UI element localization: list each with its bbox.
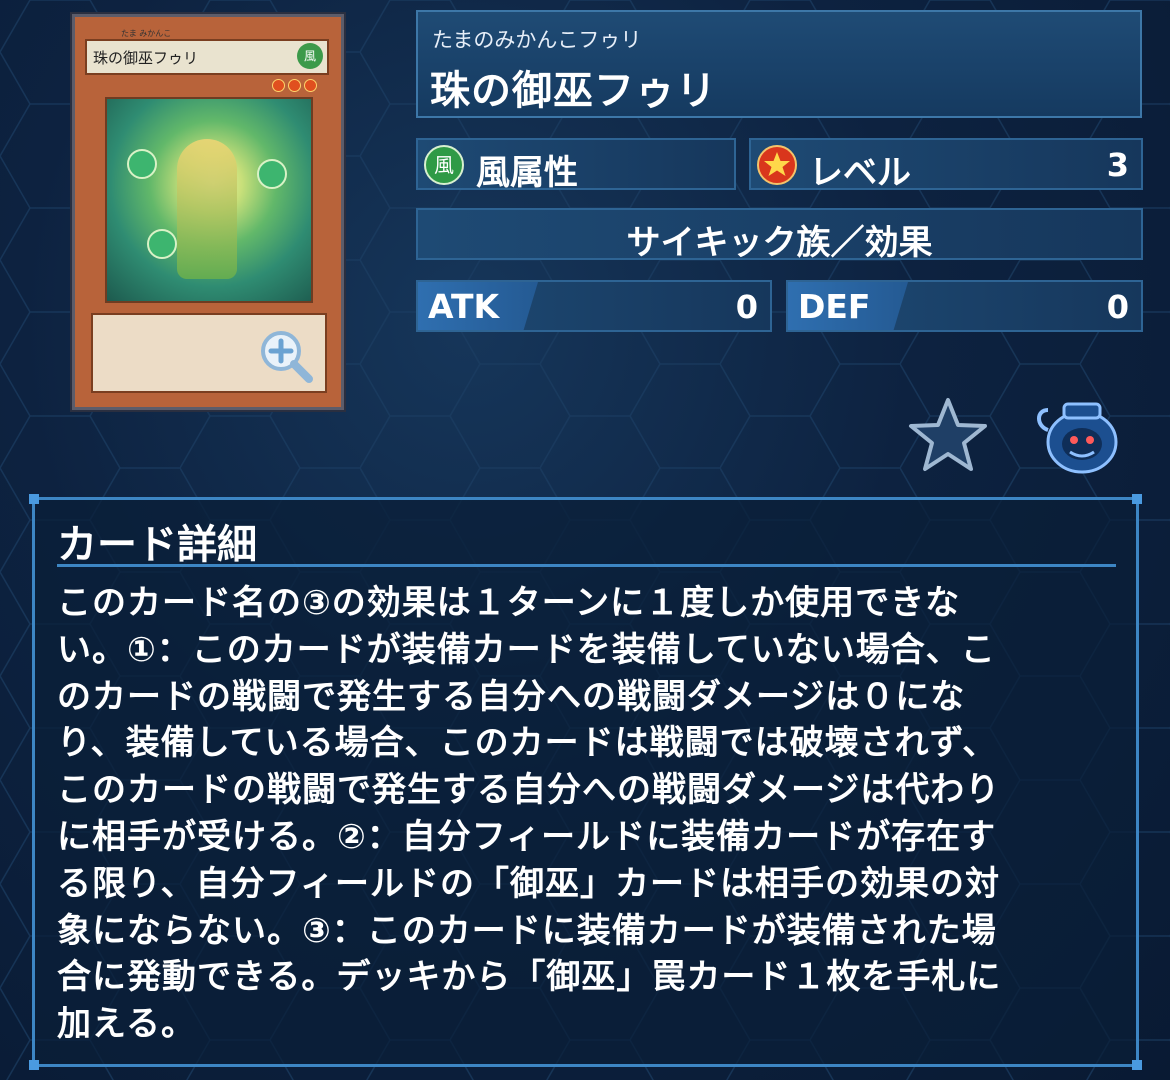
corner-ornament: [29, 494, 39, 504]
attribute-label: 風属性: [476, 153, 578, 193]
card-art-orb: [257, 159, 287, 189]
card-art-orb: [127, 149, 157, 179]
details-divider: [57, 564, 1116, 567]
card-ruby: たまのみかんこフゥリ: [432, 28, 642, 52]
card-attribute-icon: 風: [297, 43, 323, 69]
atk-label: ATK: [428, 287, 500, 326]
corner-ornament: [29, 1060, 39, 1070]
effect-line: このカード名の③の効果は１ターンに１度しか使用できな: [57, 583, 961, 623]
card-image-name: たま みかんこ 珠の御巫フゥリ 風: [85, 29, 329, 75]
zoom-in-icon[interactable]: [257, 327, 317, 387]
def-label: DEF: [798, 287, 871, 326]
effect-line: のカードの戦闘で発生する自分への戦闘ダメージは０にな: [57, 676, 966, 717]
card-effect-text: このカード名の③の効果は１ターンに１度しか使用できな い。①：このカードが装備カ…: [57, 580, 1117, 1048]
def-value: 0: [1106, 288, 1129, 326]
atk-value: 0: [735, 288, 758, 326]
pot-of-greed-icon[interactable]: [1030, 396, 1122, 476]
card-image[interactable]: たま みかんこ 珠の御巫フゥリ 風: [72, 14, 344, 410]
card-star-icon: [288, 79, 301, 92]
effect-line: に相手が受ける。②：自分フィールドに装備カードが存在す: [57, 816, 997, 857]
attribute-icon-glyph: 風: [434, 153, 454, 177]
card-details-panel: カード詳細 このカード名の③の効果は１ターンに１度しか使用できな い。①：このカ…: [29, 494, 1142, 1070]
card-image-name-text: 珠の御巫フゥリ: [93, 49, 199, 67]
card-star-icon: [272, 79, 285, 92]
favorite-star-icon[interactable]: [908, 396, 988, 472]
effect-line: 加える。: [57, 1004, 196, 1045]
effect-line: る限り、自分フィールドの「御巫」カードは相手の効果の対: [57, 863, 1000, 904]
card-name-panel: たまのみかんこフゥリ 珠の御巫フゥリ: [416, 10, 1142, 118]
level-label: レベル: [809, 153, 911, 193]
corner-ornament: [1132, 494, 1142, 504]
card-title: 珠の御巫フゥリ: [430, 68, 717, 114]
card-artwork: [105, 97, 313, 303]
atk-panel: ATK 0: [416, 280, 772, 332]
effect-line: 合に発動できる。デッキから「御巫」罠カード１枚を手札に: [57, 957, 1002, 998]
card-star-icon: [304, 79, 317, 92]
level-panel: レベル 3: [749, 138, 1143, 193]
card-level-stars: [272, 79, 317, 92]
level-value: 3: [1106, 146, 1129, 184]
card-art-figure: [177, 139, 237, 279]
monster-type: サイキック族／効果: [626, 223, 933, 263]
attribute-panel: 風 風属性: [416, 138, 736, 193]
effect-line: 象にならない。③：このカードに装備カードが装備された場: [57, 910, 997, 951]
effect-line: い。①：このカードが装備カードを装備していない場合、こ: [57, 629, 996, 670]
level-star-icon: [757, 145, 797, 185]
details-title: カード詳細: [57, 522, 257, 568]
card-art-orb: [147, 229, 177, 259]
corner-ornament: [1132, 1060, 1142, 1070]
effect-line: り、装備している場合、このカードは戦闘では破壊されず、: [57, 723, 998, 764]
card-image-ruby: たま みかんこ: [121, 29, 172, 38]
def-panel: DEF 0: [786, 280, 1143, 332]
effect-line: このカードの戦闘で発生する自分への戦闘ダメージは代わり: [57, 770, 1001, 811]
type-panel: サイキック族／効果: [416, 208, 1143, 263]
